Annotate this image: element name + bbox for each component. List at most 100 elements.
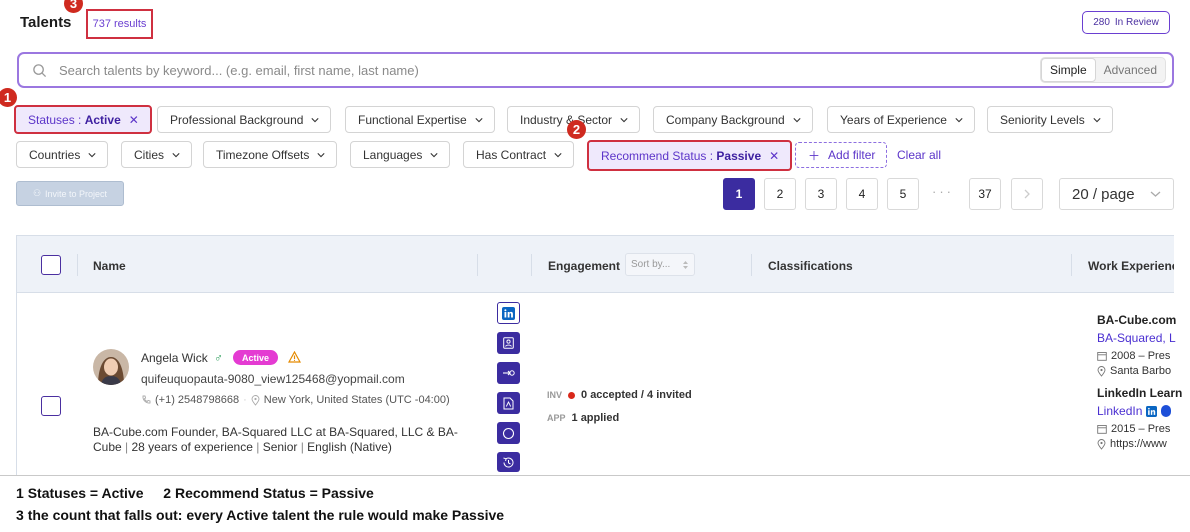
pdf-icon <box>503 397 514 409</box>
warning-icon[interactable] <box>287 350 302 368</box>
location-pin-icon <box>1097 365 1106 377</box>
page-button[interactable]: 1 <box>723 178 755 210</box>
sort-placeholder: Sort by... <box>631 259 671 270</box>
work-location: Santa Barbo <box>1110 365 1172 377</box>
invite-to-project-button[interactable]: ⚇ Invite to Project <box>16 181 124 206</box>
filter-chip-statuses[interactable]: Statuses : Active ✕ <box>14 105 152 134</box>
filter-label: Cities <box>134 147 165 162</box>
history-button[interactable] <box>497 452 520 472</box>
chevron-down-icon <box>311 117 320 122</box>
work-dates: 2008 – Pres <box>1111 350 1171 362</box>
caption-number: 1 <box>16 485 24 501</box>
login-as-button[interactable] <box>497 362 520 384</box>
page-button[interactable]: 4 <box>846 178 878 210</box>
page-button[interactable]: 2 <box>764 178 796 210</box>
work-role-link[interactable]: LinkedIn <box>1097 404 1142 418</box>
filter-seniority-levels[interactable]: Seniority Levels <box>987 106 1113 133</box>
work-experience-cell: BA-Cube.com BA-Squared, L 2008 – Pres Sa… <box>1097 313 1190 475</box>
row-select-checkbox[interactable] <box>41 396 61 416</box>
column-divider <box>1071 254 1072 276</box>
filter-professional-background[interactable]: Professional Background <box>157 106 332 133</box>
column-header-work-experience[interactable]: Work Experience <box>1088 259 1174 273</box>
chevron-down-icon <box>620 117 628 122</box>
page-ellipsis[interactable]: ··· <box>932 184 954 199</box>
talent-headline-continued: Cube <box>93 440 122 454</box>
column-divider <box>77 254 78 276</box>
search-bar: Simple Advanced <box>17 52 1174 88</box>
location-pin-icon <box>1097 438 1106 450</box>
filter-label: Years of Experience <box>840 112 947 127</box>
column-header-classifications[interactable]: Classifications <box>768 259 853 273</box>
page-size-value: 20 / page <box>1072 185 1135 203</box>
filter-chip-recommend-status[interactable]: Recommend Status : Passive ✕ <box>587 140 793 171</box>
circle-icon <box>502 427 515 439</box>
mode-advanced-button[interactable]: Advanced <box>1096 58 1165 82</box>
app-value[interactable]: 1 applied <box>572 412 620 424</box>
chevron-right-icon <box>1024 189 1030 199</box>
filter-statuses-label: Statuses : <box>28 112 82 127</box>
select-all-checkbox[interactable] <box>41 255 61 275</box>
work-role-link[interactable]: BA-Squared, L <box>1097 331 1190 345</box>
work-company: LinkedIn Learn <box>1097 386 1183 400</box>
filter-label: Industry & Sector <box>520 112 613 127</box>
column-divider <box>477 254 478 276</box>
status-circle-button[interactable] <box>497 422 520 444</box>
add-filter-button[interactable]: ＋ Add filter <box>795 142 888 168</box>
filter-label: Company Background <box>666 112 785 127</box>
talent-name[interactable]: Angela Wick <box>141 351 208 365</box>
chevron-down-icon <box>955 117 963 122</box>
page-button[interactable]: 5 <box>887 178 919 210</box>
next-page-button[interactable] <box>1011 178 1043 210</box>
filter-years-of-experience[interactable]: Years of Experience <box>827 106 975 133</box>
resume-pdf-button[interactable] <box>497 392 520 414</box>
work-dates: 2015 – Pres <box>1111 423 1171 435</box>
engagement-invites: INV 0 accepted / 4 invited <box>547 389 692 401</box>
talent-headline: BA-Cube.com Founder, BA-Squared LLC at B… <box>93 425 458 439</box>
talent-years: 28 years of experience <box>131 440 253 454</box>
caption-number: 2 <box>163 485 172 501</box>
talent-email[interactable]: quifeuquopauta-9080_view125468@yopmail.c… <box>141 372 405 386</box>
avatar[interactable] <box>93 349 129 385</box>
chevron-down-icon <box>88 152 96 157</box>
sign-in-icon <box>503 370 515 376</box>
linkedin-icon <box>502 306 515 320</box>
clear-all-link[interactable]: Clear all <box>897 148 941 162</box>
filter-cities[interactable]: Cities <box>121 141 193 168</box>
filter-company-background[interactable]: Company Background <box>653 106 813 133</box>
filter-has-contract[interactable]: Has Contract <box>463 141 575 168</box>
caption-text: the count that falls out: every Active t… <box>27 507 505 523</box>
filter-timezone-offsets[interactable]: Timezone Offsets <box>203 141 338 168</box>
linkedin-icon[interactable] <box>1146 405 1158 417</box>
caption-divider <box>0 475 1190 476</box>
in-review-button[interactable]: 280 In Review <box>1082 11 1170 34</box>
remove-filter-icon[interactable]: ✕ <box>769 149 779 163</box>
search-input[interactable] <box>59 62 1040 78</box>
page-size-select[interactable]: 20 / page <box>1059 178 1174 210</box>
work-website[interactable]: https://www <box>1110 438 1167 450</box>
filter-countries[interactable]: Countries <box>16 141 109 168</box>
plus-icon: ＋ <box>808 148 821 163</box>
filter-functional-expertise[interactable]: Functional Expertise <box>345 106 495 133</box>
work-company: BA-Cube.com <box>1097 313 1177 327</box>
gender-male-icon: ♂ <box>214 351 223 365</box>
history-icon <box>503 457 514 468</box>
inv-value[interactable]: 0 accepted / 4 invited <box>581 389 692 401</box>
remove-filter-icon[interactable]: ✕ <box>129 113 139 127</box>
filter-languages[interactable]: Languages <box>350 141 451 168</box>
page-button-last[interactable]: 37 <box>969 178 1001 210</box>
page-button[interactable]: 3 <box>805 178 837 210</box>
engagement-sort-select[interactable]: Sort by... <box>625 253 695 276</box>
column-header-name[interactable]: Name <box>93 259 126 273</box>
talent-phone[interactable]: (+1) 2548798668 <box>155 394 239 406</box>
profile-button[interactable] <box>497 332 520 354</box>
talent-summary: BA-Cube.com Founder, BA-Squared LLC at B… <box>93 425 465 455</box>
callout-3-badge: 3 <box>64 0 83 13</box>
chevron-down-icon <box>554 152 562 157</box>
linkedin-button[interactable] <box>497 302 520 324</box>
contact-card-icon <box>503 337 514 349</box>
mode-simple-button[interactable]: Simple <box>1040 58 1096 82</box>
results-count: 737 results <box>86 9 153 39</box>
search-icon <box>19 63 59 78</box>
callout-1-badge: 1 <box>0 88 17 107</box>
invite-label: Invite to Project <box>45 188 108 199</box>
